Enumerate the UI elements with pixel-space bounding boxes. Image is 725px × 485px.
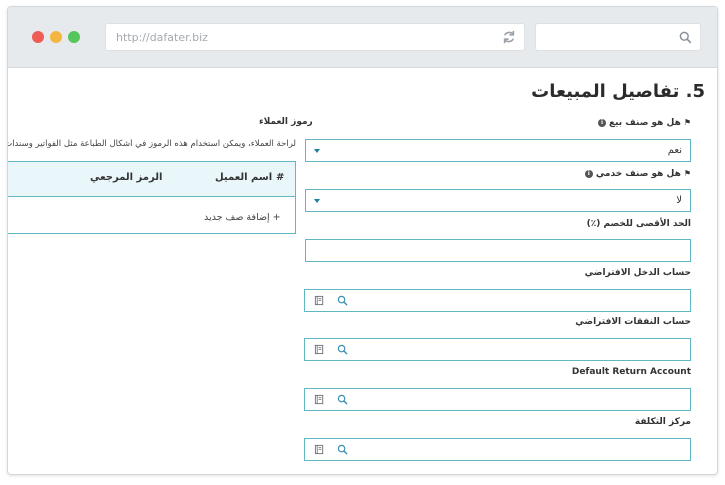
info-icon[interactable]: i (584, 169, 593, 178)
default-income-account-label: حساب الدخل الافتراضي (584, 268, 691, 278)
column-header-customer-name: اسم العميل (215, 172, 273, 183)
book-icon[interactable] (314, 394, 325, 405)
cost-center-label: مركز التكلفة (634, 417, 691, 427)
is-service-item-select[interactable]: لا (305, 189, 691, 212)
book-icon[interactable] (314, 444, 325, 455)
browser-window: http://dafater.biz 5. تفاصيل المبيعات ⚑ه… (7, 6, 718, 475)
cost-center-input[interactable] (304, 438, 691, 461)
customer-codes-table: # اسم العميل الرمز المرجعي + إضافة صف جد… (8, 161, 296, 234)
add-row-button[interactable]: + إضافة صف جديد (204, 212, 281, 223)
search-icon[interactable] (337, 444, 348, 455)
default-expense-account-input[interactable] (304, 338, 691, 361)
max-discount-label: الحد الأقصى للخصم (٪) (586, 219, 691, 229)
is-sales-item-value: نعم (667, 145, 682, 156)
is-sales-item-select[interactable]: نعم (305, 139, 691, 162)
is-service-item-label: ⚑هل هو صنف خدميi (584, 169, 691, 179)
address-text: http://dafater.biz (116, 31, 208, 44)
maximize-window-button[interactable] (68, 31, 80, 43)
table-header: # اسم العميل الرمز المرجعي (8, 162, 295, 197)
book-icon[interactable] (314, 344, 325, 355)
flag-icon: ⚑ (683, 169, 691, 178)
info-icon[interactable]: i (597, 118, 606, 127)
section-title: 5. تفاصيل المبيعات (531, 81, 705, 102)
default-return-account-label: Default Return Account (571, 367, 691, 377)
column-header-hash: # (276, 172, 285, 183)
book-icon[interactable] (314, 295, 325, 306)
default-income-account-input[interactable] (304, 289, 691, 312)
search-icon (679, 31, 692, 44)
address-bar[interactable]: http://dafater.biz (105, 23, 525, 51)
default-expense-account-label: حساب النفقات الافتراضي (575, 317, 691, 327)
column-header-ref-code: الرمز المرجعي (90, 172, 163, 183)
reload-icon[interactable] (502, 30, 516, 44)
minimize-window-button[interactable] (50, 31, 62, 43)
chevron-down-icon (314, 149, 320, 153)
max-discount-input[interactable] (305, 239, 691, 262)
browser-chrome: http://dafater.biz (8, 7, 717, 68)
is-sales-item-label: ⚑هل هو صنف بيعi (597, 118, 691, 128)
close-window-button[interactable] (32, 31, 44, 43)
search-icon[interactable] (337, 394, 348, 405)
search-icon[interactable] (337, 295, 348, 306)
browser-search-bar[interactable] (535, 23, 701, 51)
page-content: 5. تفاصيل المبيعات ⚑هل هو صنف بيعi نعم ⚑… (8, 69, 717, 474)
default-return-account-input[interactable] (304, 388, 691, 411)
is-service-item-value: لا (676, 195, 682, 206)
chevron-down-icon (314, 199, 320, 203)
search-icon[interactable] (337, 344, 348, 355)
flag-icon: ⚑ (683, 118, 691, 127)
customer-codes-title: رموز العملاء (259, 117, 313, 127)
customer-codes-description: لراحة العملاء، ويمكن استخدام هذه الرموز … (8, 139, 296, 149)
